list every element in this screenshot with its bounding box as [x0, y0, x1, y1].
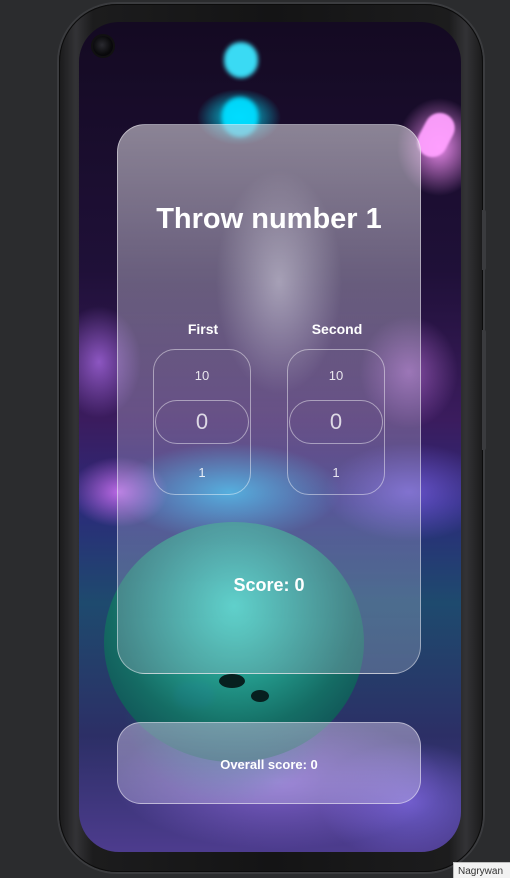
picker-option-above[interactable]: 10 — [154, 368, 250, 383]
throw-title: Throw number 1 — [156, 203, 382, 235]
bowling-ball-hole — [251, 690, 269, 702]
desktop: Throw number 1 First Second 10 0 1 10 0 … — [0, 0, 510, 878]
volume-button — [482, 330, 486, 450]
phone-screen: Throw number 1 First Second 10 0 1 10 0 … — [79, 22, 461, 852]
bowling-ball-hole — [219, 674, 245, 688]
background-light — [224, 42, 258, 78]
power-button — [482, 210, 486, 270]
picker-option-below[interactable]: 1 — [154, 465, 250, 480]
throw-card: Throw number 1 First Second 10 0 1 10 0 … — [117, 124, 421, 674]
picker-selected-value[interactable]: 0 — [289, 400, 383, 444]
picker-selected-value[interactable]: 0 — [155, 400, 249, 444]
overall-score: Overall score: 0 — [220, 757, 318, 772]
second-throw-picker[interactable]: 10 0 1 — [287, 349, 385, 495]
first-label: First — [187, 321, 219, 337]
picker-option-below[interactable]: 1 — [288, 465, 384, 480]
recording-tooltip: Nagrywan — [453, 862, 510, 878]
second-label: Second — [311, 321, 363, 337]
front-camera-icon — [93, 36, 113, 56]
picker-option-above[interactable]: 10 — [288, 368, 384, 383]
first-throw-picker[interactable]: 10 0 1 — [153, 349, 251, 495]
overall-score-card: Overall score: 0 — [117, 722, 421, 804]
throw-score: Score: 0 — [233, 575, 305, 595]
